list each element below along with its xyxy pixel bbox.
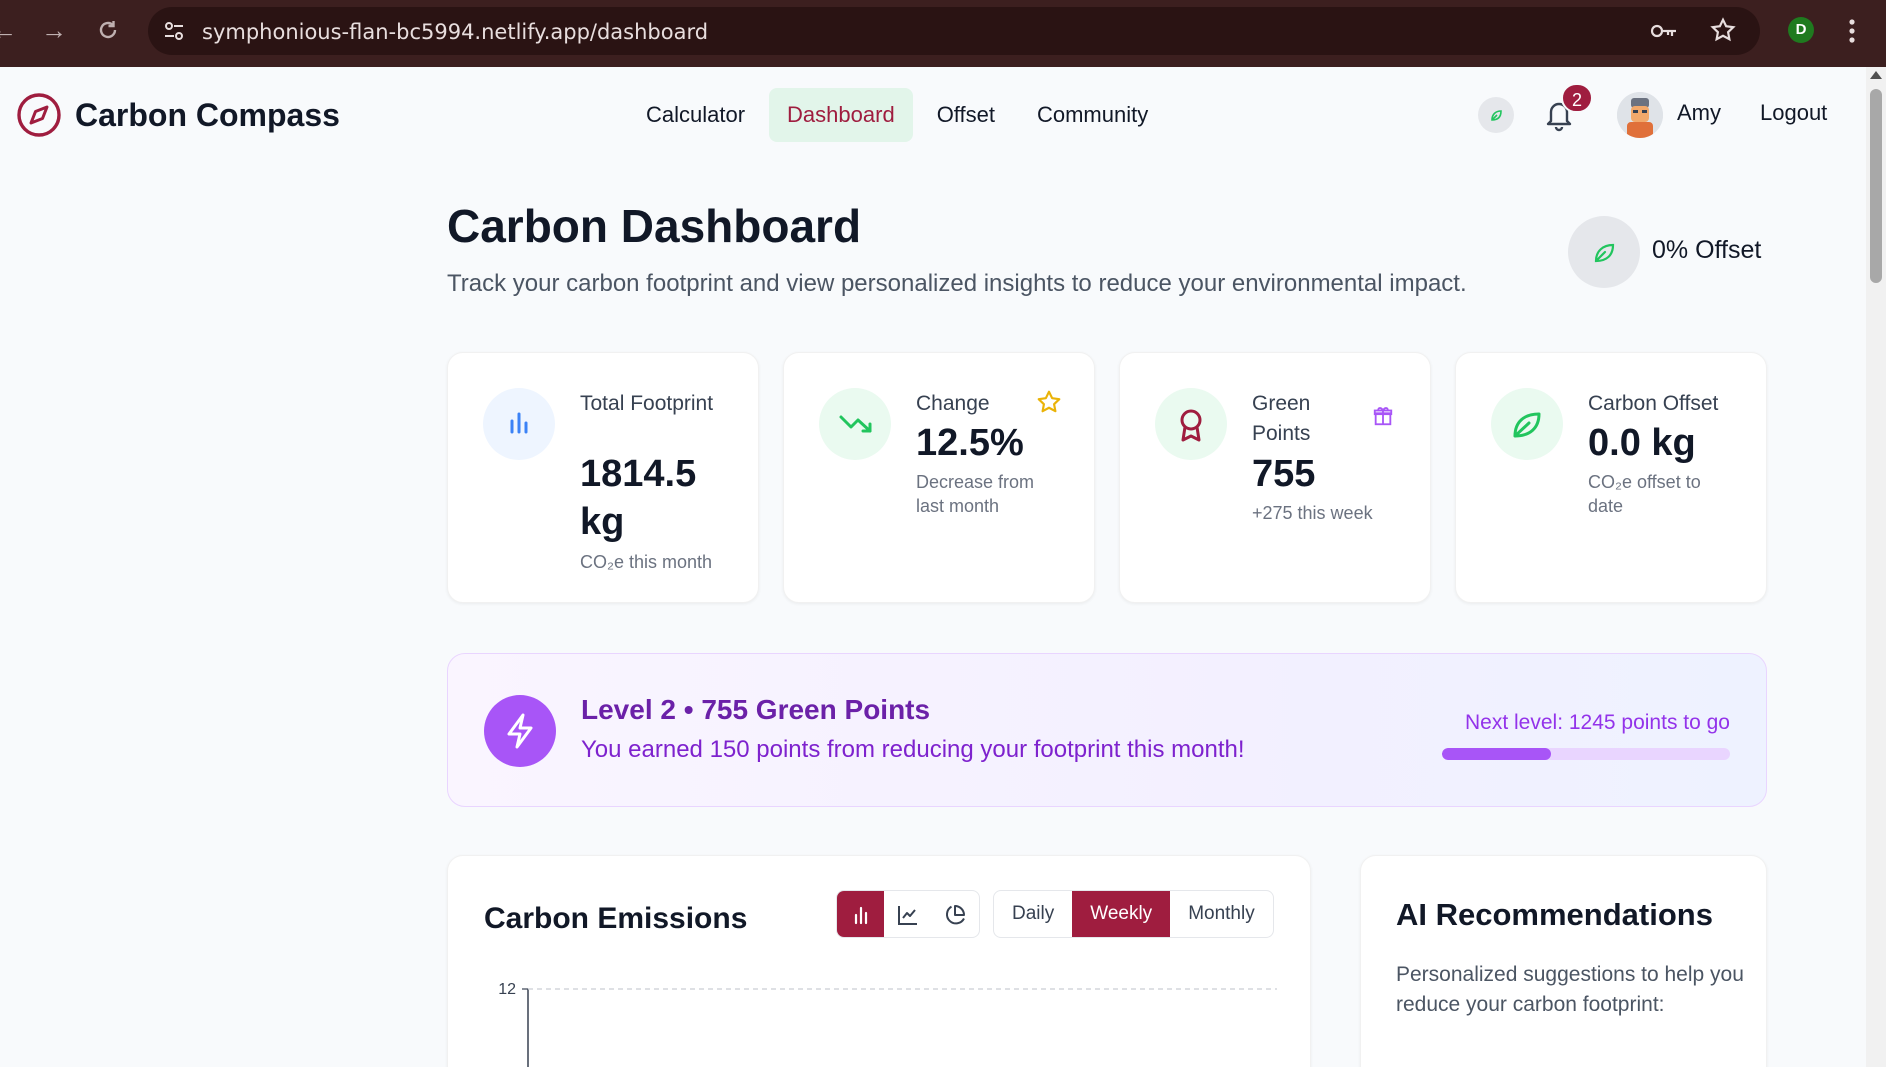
- stat-value: 1814.5 kg: [580, 453, 697, 543]
- level-banner: Level 2 • 755 Green Points You earned 15…: [447, 653, 1767, 807]
- stat-label: Carbon Offset: [1588, 392, 1719, 415]
- bar-chart-icon: [483, 388, 555, 460]
- reload-icon[interactable]: [92, 14, 124, 46]
- stat-card-carbon-offset: Carbon Offset 0.0 kg CO₂e offset to date: [1455, 352, 1767, 603]
- page-viewport: Carbon Compass Calculator Dashboard Offs…: [0, 67, 1866, 1067]
- stat-sub: +275 this week: [1252, 503, 1373, 523]
- ai-title: AI Recommendations: [1396, 897, 1713, 932]
- stat-sub: CO₂e this month: [580, 552, 713, 572]
- logout-button[interactable]: Logout: [1760, 100, 1827, 126]
- scroll-up-arrow-icon[interactable]: [1870, 71, 1882, 79]
- stat-card-green-points: Green Points 755 +275 this week: [1119, 352, 1431, 603]
- emissions-chart: 12: [498, 981, 1277, 1067]
- stat-label: Change: [916, 392, 990, 415]
- small-leaf-icon: [1491, 110, 1502, 121]
- award-icon: [1155, 388, 1227, 460]
- bar-chart-icon: [854, 906, 867, 925]
- stat-label: Total Footprint: [580, 392, 714, 415]
- ai-recommendations-card: AI Recommendations Personalized suggesti…: [1360, 855, 1767, 1067]
- emissions-title: Carbon Emissions: [484, 902, 748, 935]
- stat-card-total-footprint: Total Footprint 1814.5 kg CO₂e this mont…: [447, 352, 759, 603]
- user-avatar[interactable]: [1617, 92, 1663, 138]
- url-text[interactable]: symphonious-flan-bc5994.netlify.app/dash…: [202, 20, 708, 44]
- leaf-icon: [1491, 388, 1563, 460]
- period-weekly-button[interactable]: Weekly: [1072, 891, 1171, 937]
- eco-mode-toggle[interactable]: [1478, 97, 1514, 133]
- pie-chart-icon: [946, 905, 966, 925]
- star-icon: [1037, 390, 1061, 413]
- nav-dashboard[interactable]: Dashboard: [769, 88, 913, 142]
- period-monthly-button[interactable]: Monthly: [1170, 891, 1273, 937]
- forward-icon[interactable]: →: [38, 14, 70, 46]
- ai-description: Personalized suggestions to help you red…: [1396, 963, 1744, 1016]
- password-key-icon[interactable]: [1650, 21, 1678, 41]
- page-scrollbar[interactable]: [1866, 67, 1886, 1067]
- browser-profile-avatar[interactable]: D: [1788, 17, 1814, 43]
- address-bar[interactable]: symphonious-flan-bc5994.netlify.app/dash…: [148, 7, 1760, 55]
- page-title: Carbon Dashboard: [447, 200, 862, 252]
- stat-sub: Decrease from last month: [916, 472, 1035, 516]
- trending-down-icon: [819, 388, 891, 460]
- offset-status-icon: [1568, 216, 1640, 288]
- stat-value: 0.0 kg: [1588, 422, 1696, 464]
- notification-count-badge: 2: [1561, 83, 1593, 113]
- bar-chart-button[interactable]: [837, 891, 885, 937]
- app-header: Carbon Compass Calculator Dashboard Offs…: [0, 67, 1866, 165]
- brand-name[interactable]: Carbon Compass: [75, 97, 340, 134]
- stat-label: Green Points: [1252, 392, 1311, 445]
- pie-chart-button[interactable]: [932, 891, 979, 937]
- stat-sub: CO₂e offset to date: [1588, 472, 1701, 516]
- stat-card-change: Change 12.5% Decrease from last month: [783, 352, 1095, 603]
- chart-type-toggle: [836, 890, 980, 938]
- site-settings-icon[interactable]: [162, 19, 186, 43]
- emissions-card: Carbon Emissions Daily Weekly Monthly 12: [447, 855, 1311, 1067]
- period-daily-button[interactable]: Daily: [994, 891, 1072, 937]
- scrollbar-thumb[interactable]: [1870, 89, 1882, 283]
- offset-percent: 0% Offset: [1652, 236, 1762, 264]
- page-subtitle: Track your carbon footprint and view per…: [447, 270, 1467, 297]
- level-progress-bar: [1442, 748, 1730, 760]
- user-name[interactable]: Amy: [1677, 100, 1721, 126]
- nav-calculator[interactable]: Calculator: [628, 88, 763, 142]
- browser-chrome: ← → symphonious-flan-bc5994.netlify.app/…: [0, 0, 1886, 67]
- level-description: You earned 150 points from reducing your…: [581, 736, 1245, 763]
- y-tick-label: 12: [498, 981, 516, 998]
- line-chart-icon: [897, 906, 917, 925]
- back-icon[interactable]: ←: [0, 14, 20, 46]
- bookmark-star-icon[interactable]: [1710, 17, 1736, 43]
- leaf-icon: [1594, 243, 1615, 263]
- nav-offset[interactable]: Offset: [919, 88, 1013, 142]
- level-title: Level 2 • 755 Green Points: [581, 694, 931, 725]
- line-chart-button[interactable]: [884, 891, 931, 937]
- lightning-bolt-icon: [484, 695, 556, 767]
- browser-menu-icon[interactable]: [1846, 16, 1858, 46]
- gift-icon: [1373, 407, 1393, 426]
- next-level-text: Next level: 1245 points to go: [1464, 711, 1730, 734]
- level-progress-fill: [1442, 748, 1552, 760]
- compass-logo-icon[interactable]: [16, 92, 62, 138]
- main-nav: Calculator Dashboard Offset Community: [628, 88, 1172, 142]
- period-toggle: Daily Weekly Monthly: [993, 890, 1274, 938]
- stat-value: 755: [1252, 453, 1316, 495]
- nav-community[interactable]: Community: [1019, 88, 1166, 142]
- stat-value: 12.5%: [916, 422, 1024, 464]
